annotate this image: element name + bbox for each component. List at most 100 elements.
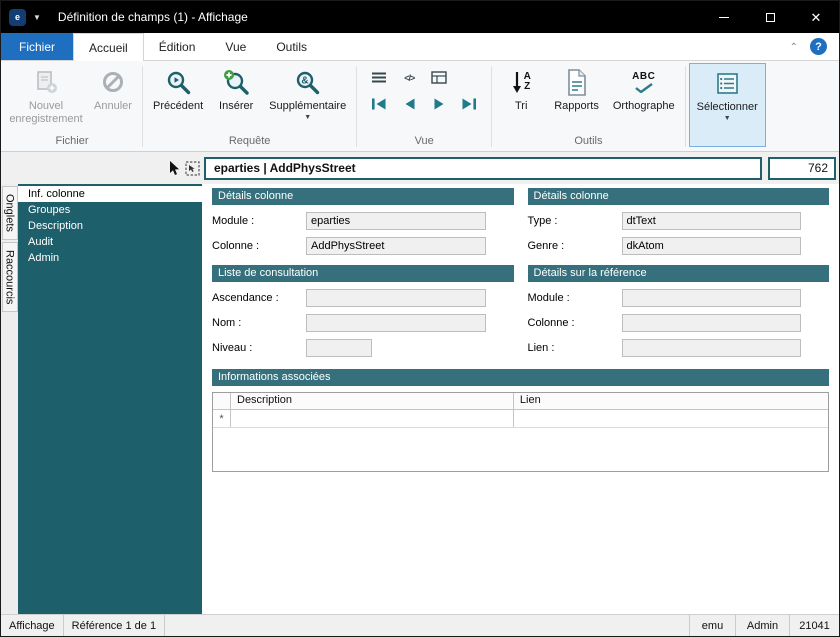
status-mode: Affichage — [1, 615, 64, 636]
spelling-button[interactable]: ABC Orthographe — [606, 63, 682, 115]
sidebar-item-inf-colonne[interactable]: Inf. colonne — [18, 186, 202, 202]
cancel-icon — [101, 67, 125, 97]
previous-search-icon — [165, 67, 192, 97]
record-nav-row — [368, 95, 480, 112]
svg-text:&: & — [302, 75, 309, 86]
xml-view-icon: </> — [404, 72, 415, 83]
new-record-label: Nouvel enregistrement — [9, 100, 83, 125]
help-icon[interactable]: ? — [810, 38, 827, 55]
form-column-left: Détails colonne Module : Colonne : Liste… — [212, 188, 514, 367]
form-column-right: Détails colonne Type : Genre : Détails s… — [527, 188, 829, 367]
row-marker: * — [213, 410, 231, 427]
tab-vue[interactable]: Vue — [210, 33, 261, 60]
maximize-button[interactable] — [747, 1, 793, 33]
previous-record-button[interactable] — [398, 95, 420, 112]
sort-button[interactable]: AZ Tri — [495, 63, 547, 115]
colonne-label: Colonne : — [212, 240, 260, 252]
sort-icon: AZ — [512, 67, 531, 97]
new-record-icon — [33, 67, 59, 97]
maximize-icon — [765, 12, 775, 22]
sidebar-item-admin[interactable]: Admin — [18, 250, 202, 266]
tab-accueil[interactable]: Accueil — [73, 33, 144, 61]
status-number: 21041 — [799, 619, 830, 632]
list-view-icon — [372, 72, 387, 83]
list-view-button[interactable] — [368, 69, 390, 86]
section-header: Informations associées — [212, 369, 829, 386]
section-header: Détails colonne — [527, 188, 829, 205]
ascendance-label: Ascendance : — [212, 292, 279, 304]
last-record-button[interactable] — [458, 95, 480, 112]
colonne-input[interactable] — [306, 237, 486, 255]
first-record-button[interactable] — [368, 95, 390, 112]
ref-module-input[interactable] — [621, 289, 801, 307]
section-header: Liste de consultation — [212, 265, 514, 282]
select-button[interactable]: Sélectionner ▼ — [688, 63, 766, 147]
section-liste-consultation: Liste de consultation Ascendance : Nom :… — [212, 265, 514, 357]
cell-description[interactable] — [231, 410, 514, 427]
previous-label: Précédent — [153, 100, 204, 112]
genre-input[interactable] — [621, 237, 801, 255]
insert-button[interactable]: Insérer — [210, 63, 262, 115]
sidebar-item-audit[interactable]: Audit — [18, 234, 202, 250]
app-logo-icon: e — [9, 8, 26, 26]
type-input[interactable] — [621, 212, 801, 230]
record-count: 762 — [807, 161, 828, 175]
statusbar: Affichage Référence 1 de 1 emu Admin 210… — [1, 614, 839, 636]
ref-lien-label: Lien : — [527, 342, 555, 354]
ascendance-input[interactable] — [306, 289, 486, 307]
sidebar-item-description[interactable]: Description — [18, 218, 202, 234]
ref-module-label: Module : — [527, 292, 570, 304]
ribbon-group-vue: </> Vue — [360, 63, 488, 151]
tab-edition[interactable]: Édition — [144, 33, 211, 60]
quick-access-caret-icon[interactable]: ▼ — [33, 13, 41, 22]
nom-input[interactable] — [306, 314, 486, 332]
close-icon: ✕ — [810, 9, 822, 25]
minimize-button[interactable] — [701, 1, 747, 33]
ribbon-tab-row: Fichier Accueil Édition Vue Outils ⌃ ? — [1, 33, 839, 61]
ref-colonne-input[interactable] — [621, 314, 801, 332]
last-record-icon — [462, 98, 477, 109]
side-tab-raccourcis[interactable]: Raccourcis — [1, 241, 18, 313]
sidebar-item-groupes[interactable]: Groupes — [18, 202, 202, 218]
associated-info-table[interactable]: Description Lien * — [212, 392, 829, 472]
select-region-icon[interactable] — [185, 160, 200, 176]
table-row[interactable]: * — [213, 410, 828, 428]
side-tab-onglets[interactable]: Onglets — [1, 186, 18, 240]
section-header: Détails colonne — [212, 188, 514, 205]
row-marker-header — [213, 393, 231, 409]
ref-colonne-label: Colonne : — [527, 317, 575, 329]
previous-button[interactable]: Précédent — [146, 63, 210, 115]
collapse-ribbon-icon[interactable]: ⌃ — [790, 42, 798, 53]
group-label-outils: Outils — [574, 135, 603, 147]
close-button[interactable]: ✕ — [793, 1, 839, 33]
cancel-button[interactable]: Annuler — [87, 63, 139, 115]
ribbon-separator — [356, 66, 358, 147]
new-record-button[interactable]: Nouvel enregistrement — [5, 63, 87, 127]
next-record-icon — [434, 98, 444, 109]
ref-lien-input[interactable] — [621, 339, 801, 357]
xml-view-button[interactable]: </> — [398, 69, 420, 86]
niveau-label: Niveau : — [212, 342, 253, 354]
window-title: Définition de champs (1) - Affichage — [57, 10, 248, 24]
record-title: eparties | AddPhysStreet — [214, 161, 356, 175]
next-record-button[interactable] — [428, 95, 450, 112]
sheet-view-button[interactable] — [428, 69, 450, 86]
module-input[interactable] — [306, 212, 486, 230]
select-label: Sélectionner — [696, 101, 758, 113]
supplementary-button[interactable]: & Supplémentaire ▼ — [262, 63, 353, 124]
group-label-fichier: Fichier — [55, 135, 89, 147]
ribbon-group-requete: Précédent Insérer & Supplémentaire ▼ Req… — [146, 63, 353, 151]
sheet-view-icon — [431, 71, 447, 84]
reports-button[interactable]: Rapports — [547, 63, 606, 115]
pointer-icon[interactable] — [168, 160, 180, 176]
niveau-input[interactable] — [306, 339, 372, 357]
insert-label: Insérer — [219, 100, 254, 112]
column-header-lien: Lien — [519, 394, 541, 406]
tab-outils[interactable]: Outils — [261, 33, 322, 60]
supplementary-search-icon: & — [294, 67, 321, 97]
cell-lien[interactable] — [514, 410, 828, 427]
tab-fichier[interactable]: Fichier — [1, 33, 74, 60]
ribbon-separator — [491, 66, 493, 147]
ribbon: Nouvel enregistrement Annuler Fichier Pr… — [1, 60, 839, 152]
section-details-colonne-left: Détails colonne Module : Colonne : — [212, 188, 514, 255]
